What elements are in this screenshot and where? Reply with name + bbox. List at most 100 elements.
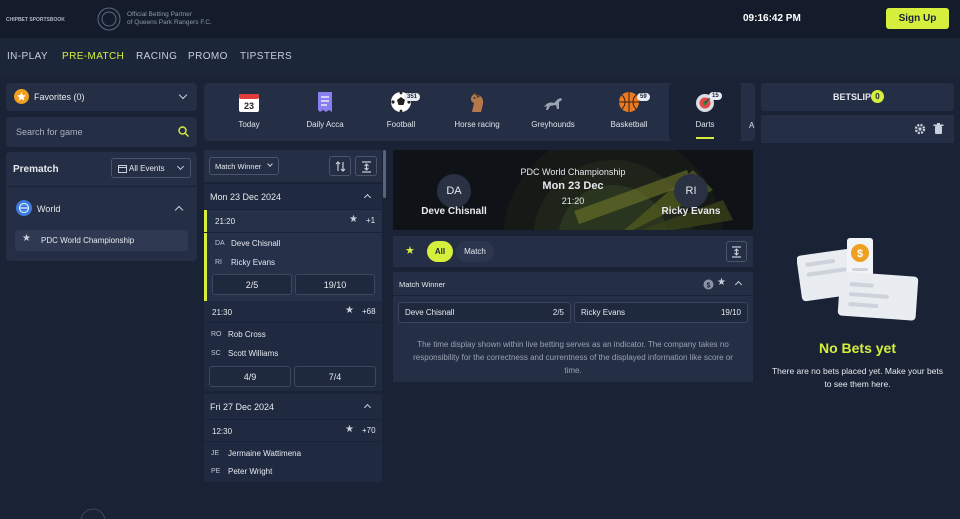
betslip-count-badge: 0 (871, 90, 884, 103)
favorites-bar[interactable]: Favorites (0) (6, 83, 197, 111)
divider (204, 232, 382, 233)
star-icon[interactable]: ★ (717, 277, 726, 288)
competition-item[interactable]: ★ PDC World Championship (15, 230, 188, 251)
more-markets-count[interactable]: +70 (362, 426, 376, 435)
scrollbar-thumb[interactable] (383, 150, 386, 198)
chevron-down-icon (267, 161, 273, 167)
date-group-header[interactable]: Mon 23 Dec 2024 (204, 184, 382, 209)
selected-indicator (204, 210, 207, 301)
odds-button[interactable]: 7/4 (294, 366, 376, 387)
market-tabs: ★ All Match (393, 236, 753, 267)
match-card[interactable]: 21:20 ★ +1 DA Deve Chisnall RI Ricky Eva… (204, 210, 382, 301)
sportsbook-logo[interactable]: CHIPBET SPORTSBOOK (6, 16, 65, 24)
market-select[interactable]: Match Winner (209, 157, 279, 175)
selection-button[interactable]: Ricky Evans 19/10 (574, 302, 748, 323)
collapse-all-button[interactable] (355, 156, 377, 176)
player-name: Rob Cross (228, 330, 266, 339)
star-icon[interactable]: ★ (22, 233, 31, 244)
nav-pre-match[interactable]: PRE-MATCH (62, 51, 124, 62)
event-hero: DA RI PDC World Championship Mon 23 Dec … (393, 150, 753, 230)
player-name: Deve Chisnall (231, 239, 281, 248)
date-group-header[interactable]: Fri 27 Dec 2024 (204, 394, 382, 419)
player-initials: RO (211, 331, 222, 338)
world-label[interactable]: World (37, 204, 60, 214)
empty-betslip-illustration: $ (797, 238, 919, 321)
sport-today[interactable]: 23 Today (213, 83, 285, 141)
player-name: Scott Williams (228, 349, 279, 358)
match-time: 12:30 (212, 427, 233, 436)
search-box[interactable]: Search for game (6, 117, 197, 147)
greyhound-icon (544, 98, 562, 110)
divider (393, 295, 753, 296)
star-icon[interactable]: ★ (349, 214, 358, 225)
trash-icon[interactable] (933, 123, 944, 135)
player-name: Peter Wright (228, 467, 273, 476)
collapse-markets-button[interactable] (726, 241, 747, 262)
away-player-name: Ricky Evans (661, 206, 721, 217)
nav-tipsters[interactable]: TIPSTERS (240, 51, 292, 62)
more-markets-count[interactable]: +1 (366, 216, 375, 225)
all-events-label: All Events (129, 164, 165, 173)
tab-all[interactable]: All (427, 241, 453, 262)
sport-basketball[interactable]: 59 Basketball (593, 83, 665, 141)
sort-arrows-icon (335, 161, 346, 172)
clock: 09:16:42 PM (743, 13, 801, 24)
more-markets-count[interactable]: +68 (362, 307, 376, 316)
sport-daily-acca[interactable]: Daily Acca (289, 83, 361, 141)
gear-icon[interactable] (914, 123, 926, 135)
collapse-icon (362, 161, 371, 173)
match-time: 21:30 (212, 308, 233, 317)
chevron-up-icon[interactable] (174, 205, 184, 215)
divider (204, 441, 382, 442)
favorites-star-icon[interactable]: ★ (405, 244, 415, 257)
selection-button[interactable]: Deve Chisnall 2/5 (398, 302, 571, 323)
sport-horse-racing[interactable]: Horse racing (441, 83, 513, 141)
live-disclaimer: The time display shown within live betti… (413, 340, 733, 375)
star-icon[interactable]: ★ (345, 305, 354, 316)
star-icon[interactable]: ★ (345, 424, 354, 435)
all-events-select[interactable]: All Events (111, 158, 191, 178)
calendar-icon (118, 165, 127, 173)
home-player-avatar: DA (437, 174, 471, 208)
count-badge: 351 (404, 93, 421, 101)
chevron-up-icon (363, 403, 372, 412)
count-badge: 15 (709, 92, 722, 100)
search-input[interactable]: Search for game (16, 127, 83, 137)
search-icon[interactable] (178, 126, 189, 137)
sport-darts[interactable]: 15 Darts (669, 83, 741, 141)
sports-bar: 23 Today Daily Acca 351 Football Horse r… (204, 83, 755, 141)
svg-text:$: $ (707, 283, 711, 290)
player-initials: RI (215, 259, 222, 266)
match-card[interactable]: 12:30 ★ +70 JE Jermaine Wattimena PE Pet… (204, 420, 382, 482)
player-initials: JE (211, 450, 220, 457)
event-competition: PDC World Championship (520, 167, 626, 177)
odds-button[interactable]: 19/10 (295, 274, 375, 295)
empty-betslip-text: There are no bets placed yet. Make your … (771, 366, 944, 389)
chevron-up-icon[interactable] (734, 280, 743, 289)
today-day-number: 23 (244, 101, 254, 111)
date-label: Mon 23 Dec 2024 (210, 192, 282, 202)
cashout-dollar-icon[interactable]: $ (703, 279, 714, 290)
odds-button[interactable]: 2/5 (212, 274, 292, 295)
sort-button[interactable] (329, 156, 351, 176)
nav-promo[interactable]: PROMO (188, 51, 228, 62)
sport-greyhounds[interactable]: Greyhounds (517, 83, 589, 141)
tab-match[interactable]: Match (456, 241, 494, 262)
receipt-icon (318, 92, 332, 112)
nav-racing[interactable]: RACING (136, 51, 177, 62)
divider (204, 391, 382, 392)
player-name: Ricky Evans (231, 258, 276, 267)
match-card[interactable]: 21:30 ★ +68 RO Rob Cross SC Scott Willia… (204, 301, 382, 391)
event-date: Mon 23 Dec (542, 180, 604, 192)
horse-icon (470, 92, 484, 112)
player-initials: SC (211, 350, 221, 357)
betslip-header[interactable]: BETSLIP 0 (761, 83, 954, 111)
sport-label: Football (386, 120, 416, 129)
nav-in-play[interactable]: IN-PLAY (7, 51, 48, 62)
favorites-label: Favorites (0) (34, 92, 85, 102)
sport-football[interactable]: 351 Football (365, 83, 437, 141)
sign-up-button[interactable]: Sign Up (886, 8, 949, 29)
active-indicator (696, 137, 714, 139)
svg-text:$: $ (857, 248, 863, 260)
odds-button[interactable]: 4/9 (209, 366, 291, 387)
